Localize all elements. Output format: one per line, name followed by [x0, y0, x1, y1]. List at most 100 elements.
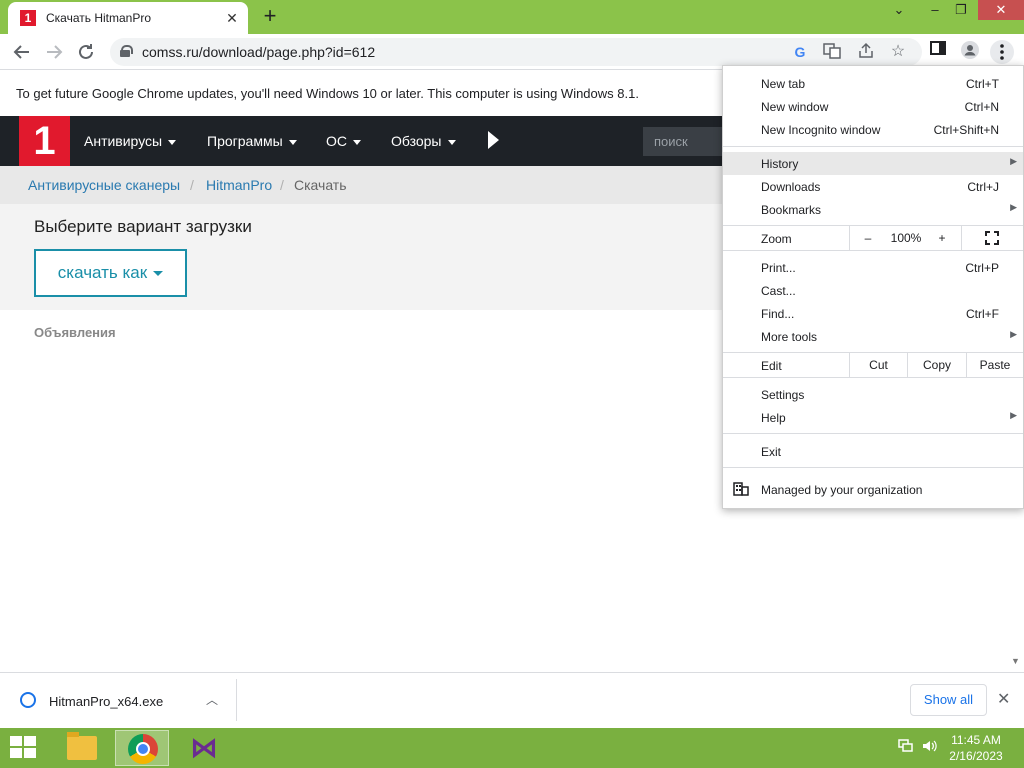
menu-item-label: Managed by your organization — [761, 483, 923, 497]
translate-icon[interactable] — [822, 42, 842, 62]
menu-item-downloads[interactable]: Downloads Ctrl+J — [723, 175, 1023, 198]
site-favicon-icon: 1 — [20, 10, 36, 26]
chevron-up-icon[interactable]: ︿ — [206, 691, 218, 708]
tab-close-icon[interactable]: ✕ — [224, 10, 240, 27]
copy-button[interactable]: Copy — [907, 353, 966, 377]
reload-icon[interactable] — [74, 40, 98, 64]
caret-down-icon — [353, 139, 361, 145]
menu-item-label: New window — [761, 100, 829, 114]
menu-item-label: Find... — [761, 307, 795, 321]
menu-item-cast[interactable]: Cast... — [723, 279, 1023, 302]
caret-down-icon — [288, 139, 297, 145]
menu-item-print[interactable]: Print... Ctrl+P — [723, 256, 1023, 279]
zoom-controls: – 100% + — [849, 226, 961, 250]
download-heading: Выберите вариант загрузки — [34, 217, 252, 236]
breadcrumb-link[interactable]: Антивирусные сканеры — [28, 177, 180, 193]
screen: 1 Скачать HitmanPro ✕ + ⌄ – ❐ ✕ comss.ru… — [0, 0, 1024, 768]
scroll-down-arrow-icon[interactable]: ▼ — [1011, 656, 1020, 666]
forward-arrow-icon[interactable] — [42, 40, 66, 64]
menu-item-shortcut: Ctrl+F — [966, 307, 999, 321]
menu-item-label: Downloads — [761, 180, 821, 194]
menu-item-more-tools[interactable]: More tools ▶ — [723, 325, 1023, 348]
menu-separator — [723, 146, 1023, 147]
site-search-input[interactable]: поиск — [643, 127, 733, 156]
tab-strip: 1 Скачать HitmanPro ✕ + ⌄ – ❐ ✕ — [0, 0, 1024, 34]
menu-item-managed[interactable]: Managed by your organization — [723, 478, 1023, 501]
taskbar: ⋈ 11:45 AM 2/16/2023 — [0, 728, 1024, 768]
restore-icon[interactable]: ❐ — [946, 0, 976, 20]
tab-search-icon[interactable]: ⌄ — [884, 0, 914, 20]
menu-item-label: Help — [761, 411, 786, 425]
show-all-button[interactable]: Show all — [910, 684, 987, 716]
share-icon[interactable] — [856, 42, 876, 62]
system-clock[interactable]: 11:45 AM 2/16/2023 — [940, 732, 1012, 764]
menu-item-help[interactable]: Help ▶ — [723, 406, 1023, 429]
chrome-taskbar-icon[interactable] — [115, 730, 169, 766]
new-tab-button[interactable]: + — [258, 4, 282, 28]
edit-label: Edit — [761, 359, 782, 373]
menu-item-label: History — [761, 157, 799, 171]
nav-item-programs[interactable]: Программы — [207, 133, 297, 149]
download-as-button[interactable]: скачать как — [34, 249, 187, 297]
breadcrumb-current: Скачать — [294, 177, 347, 193]
nav-item-reviews[interactable]: Обзоры — [391, 133, 456, 149]
menu-item-label: New tab — [761, 77, 806, 91]
menu-item-settings[interactable]: Settings — [723, 383, 1023, 406]
menu-separator — [723, 250, 1023, 251]
caret-down-icon — [447, 139, 456, 145]
volume-icon[interactable] — [922, 739, 938, 756]
menu-item-exit[interactable]: Exit — [723, 440, 1023, 463]
profile-icon[interactable] — [958, 40, 982, 64]
google-icon[interactable]: G — [790, 42, 810, 62]
star-icon[interactable]: ☆ — [888, 42, 908, 62]
visual-studio-icon[interactable]: ⋈ — [176, 730, 230, 766]
paste-button[interactable]: Paste — [966, 353, 1023, 377]
network-icon[interactable] — [898, 739, 914, 756]
zoom-level: 100% — [890, 231, 922, 245]
menu-item-shortcut: Ctrl+T — [966, 77, 999, 91]
chrome-main-menu: New tab Ctrl+T New window Ctrl+N New Inc… — [722, 65, 1024, 509]
menu-item-bookmarks[interactable]: Bookmarks ▶ — [723, 198, 1023, 221]
back-arrow-icon[interactable] — [10, 40, 34, 64]
side-panel-icon[interactable] — [926, 40, 950, 64]
menu-item-label: Cast... — [761, 284, 796, 298]
menu-item-new-window[interactable]: New window Ctrl+N — [723, 95, 1023, 118]
lock-icon[interactable] — [120, 45, 133, 57]
caret-down-icon — [153, 270, 164, 276]
building-icon — [733, 482, 749, 496]
menu-separator — [723, 433, 1023, 434]
file-explorer-icon[interactable] — [54, 730, 108, 766]
menu-item-new-tab[interactable]: New tab Ctrl+T — [723, 72, 1023, 95]
site-logo[interactable]: 1 — [19, 116, 70, 166]
close-download-shelf-icon[interactable]: ✕ — [997, 689, 1010, 709]
tab-active[interactable]: 1 Скачать HitmanPro ✕ — [8, 2, 248, 34]
menu-zoom-row: Zoom – 100% + — [723, 226, 1023, 250]
windows-start-icon[interactable] — [10, 736, 38, 760]
zoom-label: Zoom — [761, 232, 792, 246]
nav-item-antivirus[interactable]: Антивирусы — [84, 133, 177, 149]
clock-time: 11:45 AM — [951, 733, 1001, 747]
menu-item-new-incognito[interactable]: New Incognito window Ctrl+Shift+N — [723, 118, 1023, 141]
zoom-in-button[interactable]: + — [932, 231, 952, 245]
submenu-arrow-icon: ▶ — [1010, 202, 1017, 212]
menu-item-label: Print... — [761, 261, 796, 275]
window-close-icon[interactable]: ✕ — [978, 0, 1024, 20]
menu-item-find[interactable]: Find... Ctrl+F — [723, 302, 1023, 325]
address-bar[interactable]: comss.ru/download/page.php?id=612 G ☆ — [110, 38, 922, 66]
breadcrumb-link[interactable]: HitmanPro — [206, 177, 272, 193]
kebab-menu-icon[interactable] — [990, 40, 1014, 64]
download-filename[interactable]: HitmanPro_x64.exe — [49, 694, 163, 709]
url-text[interactable]: comss.ru/download/page.php?id=612 — [142, 44, 375, 60]
breadcrumb-separator: / — [190, 177, 194, 193]
zoom-out-button[interactable]: – — [858, 231, 878, 245]
menu-item-shortcut: Ctrl+N — [964, 100, 999, 114]
nav-item-os[interactable]: ОС — [326, 133, 361, 149]
nav-more-arrow-icon[interactable] — [488, 131, 499, 149]
page-scrollbar[interactable] — [1009, 510, 1024, 672]
cut-button[interactable]: Cut — [849, 353, 907, 377]
submenu-arrow-icon: ▶ — [1010, 410, 1017, 420]
caret-down-icon — [168, 139, 177, 145]
fullscreen-button[interactable] — [961, 226, 1023, 250]
menu-item-history[interactable]: History ▶ — [723, 152, 1023, 175]
nav-item-label: Обзоры — [391, 133, 442, 149]
